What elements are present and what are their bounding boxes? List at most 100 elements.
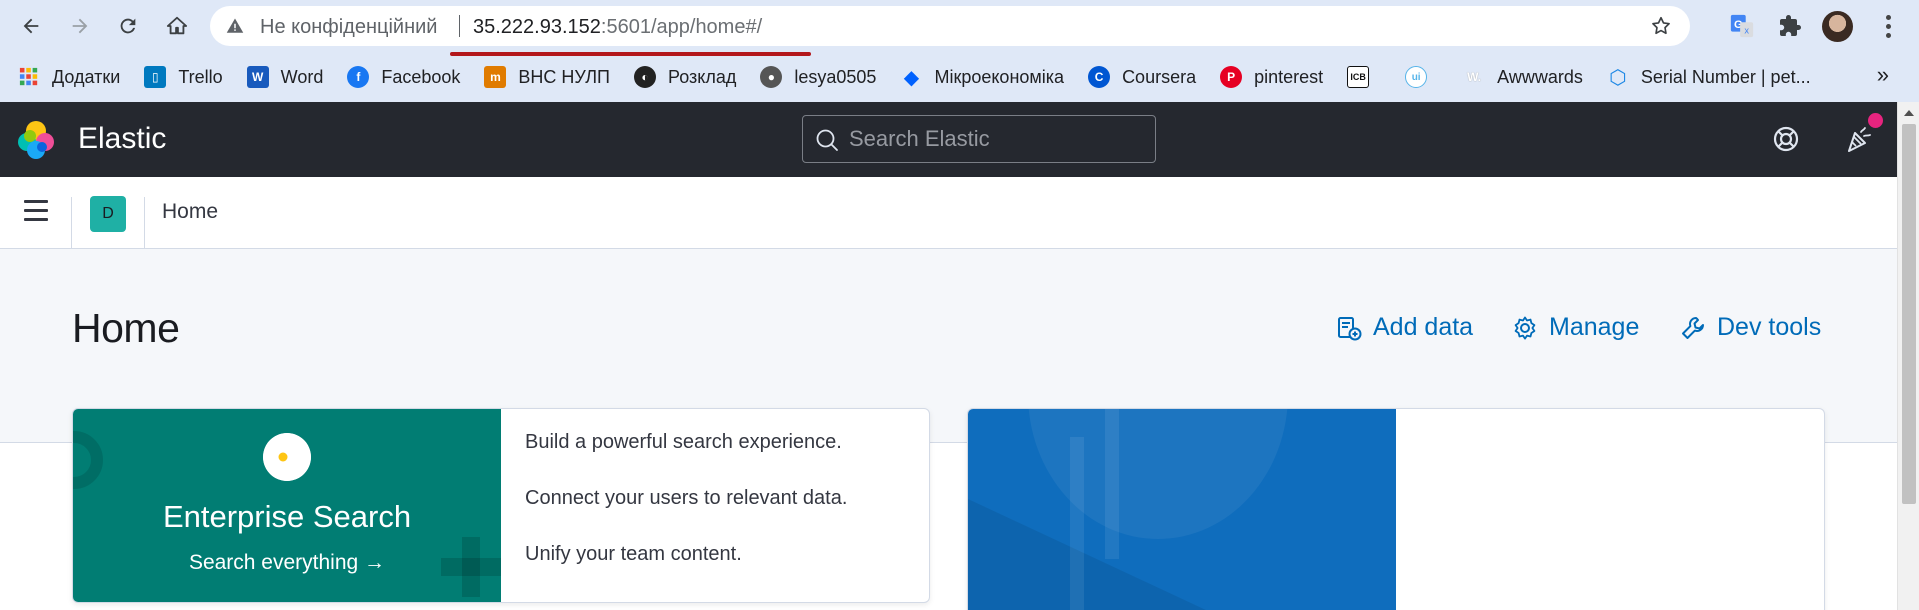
- scroll-thumb[interactable]: [1902, 124, 1916, 504]
- bookmark-label: Coursera: [1122, 66, 1197, 87]
- back-button[interactable]: [16, 11, 46, 41]
- bookmark-label: Додатки: [52, 66, 121, 87]
- address-bar[interactable]: Не конфіденційний 35.222.93.152:5601/app…: [210, 6, 1690, 46]
- bookmark-label: pinterest: [1254, 66, 1324, 87]
- browser-toolbar: Не конфіденційний 35.222.93.152:5601/app…: [0, 0, 1919, 56]
- google-translate-icon[interactable]: Gx: [1728, 12, 1756, 40]
- breadcrumb-home: Home: [162, 200, 219, 223]
- bookmark-item[interactable]: Додатки: [18, 66, 120, 88]
- bookmark-star-icon[interactable]: [1650, 15, 1672, 37]
- bookmark-item[interactable]: W Word: [246, 66, 324, 88]
- decorative-bar: [1105, 409, 1119, 559]
- elastic-brand[interactable]: Elastic: [78, 122, 166, 156]
- home-button[interactable]: [162, 11, 192, 41]
- enterprise-search-logo-icon: [263, 433, 311, 481]
- bookmark-item[interactable]: ◆ Мікроекономіка: [900, 66, 1065, 89]
- observability-card[interactable]: [967, 408, 1825, 610]
- bookmark-label: Serial Number | pet...: [1640, 66, 1811, 87]
- word-icon: W: [246, 66, 269, 88]
- bookmark-item[interactable]: m ВНС НУЛП: [484, 66, 610, 88]
- feature-point: Build a powerful search experience.: [525, 431, 842, 453]
- security-status[interactable]: Не конфіденційний: [260, 16, 437, 39]
- browser-menu-icon[interactable]: [1876, 12, 1900, 40]
- breadcrumb-divider: [71, 197, 72, 249]
- news-feed-party-icon[interactable]: [1844, 124, 1874, 154]
- feature-point: Connect your users to relevant data.: [525, 487, 848, 509]
- help-lifebuoy-icon[interactable]: [1772, 125, 1800, 153]
- apps-grid-icon: [18, 66, 40, 88]
- gear-icon: [1514, 316, 1536, 339]
- bookmark-label: lesya0505: [794, 66, 877, 87]
- search-everything-link[interactable]: Search everything →: [73, 551, 501, 575]
- bookmark-item[interactable]: ◐ Розклад: [634, 66, 736, 88]
- search-input[interactable]: [849, 125, 1145, 153]
- wrench-icon: [1682, 316, 1704, 339]
- bookmark-item[interactable]: ui: [1405, 66, 1439, 88]
- reload-button[interactable]: [113, 11, 143, 41]
- enterprise-search-points: Build a powerful search experience. Conn…: [525, 431, 847, 599]
- warning-icon[interactable]: [226, 17, 244, 35]
- news-notification-badge: [1868, 113, 1883, 128]
- coursera-icon: C: [1088, 66, 1111, 88]
- feature-point: Unify your team content.: [525, 543, 742, 565]
- bookmark-item[interactable]: ● lesya0505: [760, 66, 876, 88]
- add-data-label: Add data: [1373, 313, 1474, 341]
- hexagon-icon: ⬡: [1609, 66, 1627, 89]
- forward-button[interactable]: [65, 11, 95, 41]
- manage-label: Manage: [1549, 313, 1640, 341]
- extensions-puzzle-icon[interactable]: [1776, 12, 1804, 40]
- global-search[interactable]: [802, 115, 1156, 163]
- dev-tools-label: Dev tools: [1717, 313, 1822, 341]
- manage-link[interactable]: Manage: [1512, 313, 1639, 342]
- address-separator: [459, 15, 460, 37]
- enterprise-search-title: Enterprise Search: [162, 499, 412, 534]
- bookmark-label: Мікроекономіка: [934, 66, 1065, 87]
- enterprise-search-card[interactable]: Enterprise Search Search everything → Bu…: [72, 408, 930, 603]
- bookmark-label: Facebook: [381, 66, 461, 87]
- hamburger-menu-icon[interactable]: [22, 200, 50, 226]
- trello-icon: ▯: [144, 66, 167, 88]
- globe-icon: ◐: [634, 66, 656, 88]
- reload-icon: [120, 18, 136, 34]
- bookmark-item[interactable]: ⬡ Serial Number | pet...: [1607, 66, 1811, 89]
- back-arrow-icon: [23, 18, 39, 34]
- github-icon: ●: [760, 66, 783, 88]
- breadcrumb-divider: [144, 197, 145, 249]
- bookmark-item[interactable]: Ppinterest: [1220, 66, 1323, 88]
- page-scrollbar[interactable]: [1897, 102, 1919, 610]
- add-data-link[interactable]: Add data: [1336, 313, 1473, 342]
- scroll-up-arrow-icon[interactable]: [1904, 110, 1914, 116]
- url-text[interactable]: 35.222.93.152:5601/app/home#/: [473, 16, 762, 39]
- bookmark-item[interactable]: W. Awwwards: [1463, 66, 1583, 88]
- bookmark-label: Awwwards: [1497, 66, 1583, 87]
- dev-tools-link[interactable]: Dev tools: [1680, 313, 1821, 342]
- url-path: :5601/app/home#/: [600, 16, 763, 38]
- bookmarks-bar: Додатки ▯ Trello W Word f Facebook m ВНС НУЛП ◐ Ро…: [0, 52, 1919, 102]
- bookmarks-overflow-button[interactable]: »: [1877, 62, 1889, 88]
- bookmark-item[interactable]: f Facebook: [347, 66, 460, 88]
- bookmark-label: Word: [280, 66, 324, 87]
- forward-arrow-icon: [72, 18, 88, 34]
- facebook-icon: f: [347, 66, 370, 88]
- bookmark-item[interactable]: ▯ Trello: [144, 66, 223, 88]
- bookmark-item[interactable]: C Coursera: [1088, 66, 1196, 88]
- space-avatar[interactable]: D: [90, 196, 126, 232]
- add-data-icon: [1338, 316, 1362, 340]
- home-icon: [166, 16, 188, 35]
- enterprise-search-panel[interactable]: Enterprise Search Search everything →: [73, 409, 501, 602]
- decorative-ring: [73, 431, 103, 489]
- kibana-header: Elastic: [0, 102, 1897, 177]
- vns-icon: m: [484, 66, 507, 88]
- observability-panel[interactable]: [968, 409, 1396, 610]
- bookmark-label: Trello: [178, 66, 223, 87]
- profile-avatar[interactable]: [1822, 11, 1853, 42]
- pinterest-icon: P: [1220, 66, 1243, 88]
- elastic-logo-icon[interactable]: [16, 120, 56, 160]
- url-annotation-underline: [450, 52, 811, 56]
- bookmark-item[interactable]: ICB: [1347, 66, 1381, 88]
- decorative-bar: [1070, 437, 1084, 610]
- page-title: Home: [72, 305, 180, 351]
- svg-text:x: x: [1744, 25, 1749, 35]
- search-icon: [816, 129, 838, 151]
- awwwards-icon: W.: [1467, 70, 1482, 84]
